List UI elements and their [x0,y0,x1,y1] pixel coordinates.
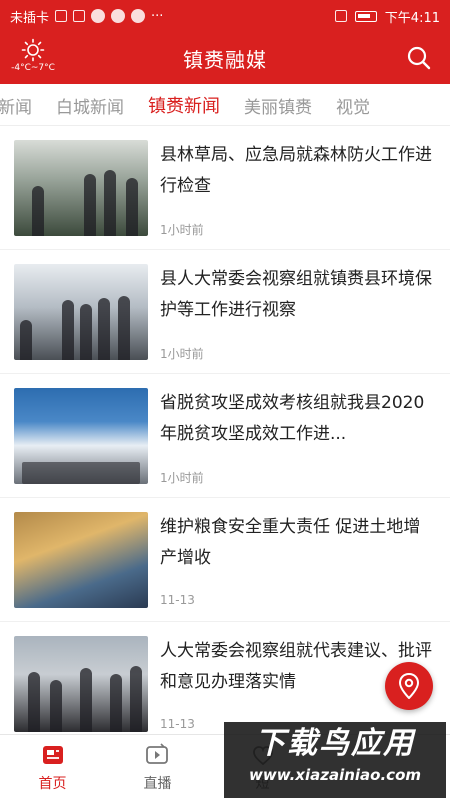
news-time: 1小时前 [160,471,204,485]
tab-beautiful-zhenlai[interactable]: 美丽镇赉 [232,93,324,118]
news-item[interactable]: 省脱贫攻坚成效考核组就我县2020年脱贫攻坚成效工作进... 1小时前 [0,374,450,498]
nav-home[interactable]: 首页 [0,735,105,800]
news-thumbnail [14,264,148,360]
news-thumbnail [14,512,148,608]
watermark: 下载鸟应用 www.xiazainiao.com [224,722,446,798]
qq-icon [111,9,126,23]
tab-zhenlai-news[interactable]: 镇赉新闻 [136,92,232,118]
location-button[interactable] [385,662,433,710]
news-item[interactable]: 县林草局、应急局就森林防火工作进行检查 1小时前 [0,126,450,250]
watermark-url: www.xiazainiao.com [248,766,422,784]
sim-icon [73,10,86,22]
news-item[interactable]: 县人大常委会视察组就镇赉县环境保护等工作进行视察 1小时前 [0,250,450,374]
live-video-icon [145,743,168,764]
nav-live[interactable]: 直播 [105,735,210,800]
carrier-text: 未插卡 [10,10,50,26]
news-time: 1小时前 [160,347,204,361]
news-title: 维护粮食安全重大责任 促进土地增产增收 [160,517,421,568]
news-title: 县林草局、应急局就森林防火工作进行检查 [160,145,432,196]
news-item[interactable]: 维护粮食安全重大责任 促进土地增产增收 11-13 [0,498,450,622]
search-icon [407,46,431,70]
watermark-title: 下载鸟应用 [255,726,415,761]
status-right: 下午4:11 [334,7,440,26]
news-thumbnail [14,140,148,236]
news-thumbnail [14,388,148,484]
category-tabs-track: 新闻 白城新闻 镇赉新闻 美丽镇赉 视觉 [0,84,382,125]
nav-home-label: 首页 [38,776,67,792]
status-bar: 未插卡 ··· 下午4:11 [0,0,450,32]
wifi-icon [55,10,68,22]
news-home-icon [42,746,63,764]
clock: 下午4:11 [384,10,440,26]
tab-visual[interactable]: 视觉 [324,93,382,118]
tab-news[interactable]: 新闻 [0,93,44,118]
news-time: 11-13 [160,593,195,607]
weather-temperature: -4°C~7°C [11,63,55,73]
vibrate-icon [334,10,347,22]
news-title: 县人大常委会视察组就镇赉县环境保护等工作进行视察 [160,269,432,320]
category-tabs: 新闻 白城新闻 镇赉新闻 美丽镇赉 视觉 [0,84,450,126]
app-title: 镇赉融媒 [183,47,267,72]
sun-icon [21,38,45,62]
tab-baicheng-news[interactable]: 白城新闻 [44,93,136,118]
battery-icon [354,10,377,22]
location-pin-icon [398,673,420,699]
search-button[interactable] [406,45,432,71]
news-time: 11-13 [160,717,195,731]
weather-widget[interactable]: -4°C~7°C [8,36,58,82]
news-time: 1小时前 [160,223,204,237]
status-left: 未插卡 ··· [10,7,163,26]
app-notification-icon [91,9,106,23]
news-list: 县林草局、应急局就森林防火工作进行检查 1小时前 县人大常委会视察组就镇赉县环境… [0,126,450,746]
more-notifications: ··· [151,8,164,24]
app-header: -4°C~7°C 镇赉融媒 [0,32,450,84]
news-title: 省脱贫攻坚成效考核组就我县2020年脱贫攻坚成效工作进... [160,393,425,444]
news-thumbnail [14,636,148,732]
nav-live-label: 直播 [143,776,172,792]
browser-icon [131,9,146,23]
